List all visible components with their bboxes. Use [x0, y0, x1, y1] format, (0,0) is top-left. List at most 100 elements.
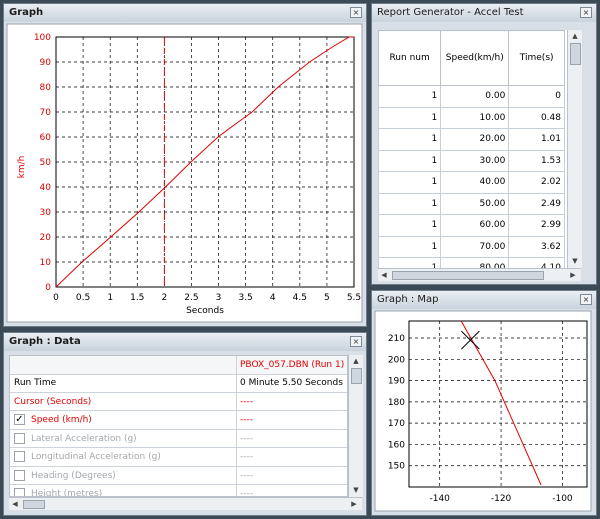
- y-tick-label: 40: [40, 183, 52, 193]
- table-cell: 1: [378, 214, 442, 237]
- report-close-button[interactable]: ×: [580, 7, 592, 18]
- y-tick-label: 0: [45, 283, 51, 293]
- table-cell: 40.00: [440, 171, 510, 194]
- data-grid-row[interactable]: Longitudinal Acceleration (g) ----: [10, 448, 347, 467]
- scroll-up-arrow-icon[interactable]: ▲: [351, 356, 361, 366]
- data-grid-header: PBOX_057.DBN (Run 1): [10, 356, 347, 375]
- table-cell: 50.00: [440, 192, 510, 215]
- data-close-button[interactable]: ×: [350, 336, 362, 347]
- speed-chart-background: [6, 23, 363, 323]
- table-cell: 2.99: [508, 214, 565, 237]
- map-x-tick-label: -140: [429, 494, 450, 504]
- report-vertical-scrollbar[interactable]: ▲ ▼: [567, 30, 582, 268]
- data-grid-row[interactable]: Cursor (Seconds) ----: [10, 392, 347, 411]
- scroll-right-arrow-icon[interactable]: ▶: [349, 499, 359, 509]
- graph-window: Graph × 0 0.5 1 1.5 2 2.5 3 3.5 4 4.5 5 5.5 0 10 20 30 4…: [3, 3, 367, 327]
- table-row[interactable]: 1 10.00 0.48: [378, 106, 565, 129]
- scroll-left-arrow-icon[interactable]: ◀: [10, 499, 20, 509]
- table-cell: 1: [378, 171, 442, 194]
- table-cell: 2.49: [508, 192, 565, 215]
- checkbox-icon[interactable]: [14, 488, 25, 496]
- map-close-button[interactable]: ×: [580, 294, 592, 305]
- report-generator-window: Report Generator - Accel Test × Run num S…: [371, 3, 597, 285]
- channel-value: ----: [240, 489, 253, 497]
- x-tick-label: 1: [107, 293, 113, 303]
- table-row[interactable]: 1 60.00 2.99: [378, 214, 565, 237]
- data-horizontal-scrollbar[interactable]: ◀ ▶: [9, 497, 362, 510]
- data-grid-row[interactable]: Run Time 0 Minute 5.50 Seconds: [10, 374, 347, 393]
- report-horizontal-scrollbar[interactable]: ◀ ▶: [378, 268, 581, 281]
- data-grid: PBOX_057.DBN (Run 1) Run Time 0 Minute 5.…: [9, 355, 348, 497]
- file-header-label: PBOX_057.DBN (Run 1): [240, 360, 345, 370]
- data-window: Graph : Data × PBOX_057.DBN (Run 1) Run …: [3, 332, 367, 516]
- data-grid-row[interactable]: Lateral Acceleration (g) ----: [10, 429, 347, 448]
- channel-name: Heading (Degrees): [31, 470, 116, 481]
- y-tick-label: 30: [40, 208, 52, 218]
- speed-chart[interactable]: 0 0.5 1 1.5 2 2.5 3 3.5 4 4.5 5 5.5 0 10 20 30 40 50 60 70 8…: [4, 22, 366, 326]
- column-header[interactable]: Speed(km/h): [440, 30, 510, 86]
- map-y-tick-label: 150: [388, 462, 405, 472]
- channel-value: ----: [240, 415, 253, 425]
- table-cell: 4.10: [508, 257, 565, 268]
- table-cell: 1: [378, 235, 442, 258]
- channel-name: Height (metres): [31, 489, 103, 497]
- table-row[interactable]: 1 0.00 0: [378, 85, 565, 108]
- x-tick-label: 3: [216, 293, 222, 303]
- report-table-viewport: Run num Speed(km/h) Time(s) 1 0.00 0 1 10.00 0.…: [378, 30, 567, 268]
- scroll-down-arrow-icon[interactable]: ▼: [570, 256, 580, 266]
- data-hscroll-thumb[interactable]: [23, 500, 45, 509]
- table-cell: 1.01: [508, 128, 565, 151]
- column-header[interactable]: Run num: [378, 30, 442, 86]
- map-chart[interactable]: -140 -120 -100 150 160 170 180 190 200 210: [372, 309, 596, 515]
- channel-name: Speed (km/h): [31, 415, 92, 425]
- table-cell: 0.00: [440, 85, 510, 108]
- scroll-down-arrow-icon[interactable]: ▼: [351, 485, 361, 495]
- report-window-title: Report Generator - Accel Test: [372, 4, 596, 22]
- checkbox-icon[interactable]: [14, 432, 25, 444]
- graph-window-title: Graph: [4, 4, 366, 22]
- checkbox-icon[interactable]: [14, 451, 25, 462]
- data-scroll-thumb[interactable]: [351, 368, 362, 384]
- checkbox-icon[interactable]: [14, 469, 25, 481]
- scroll-left-arrow-icon[interactable]: ◀: [379, 270, 389, 280]
- column-header[interactable]: Time(s): [508, 30, 565, 86]
- table-cell: 1: [378, 85, 442, 108]
- table-cell: 1: [378, 149, 442, 172]
- table-row[interactable]: 1 20.00 1.01: [378, 128, 565, 151]
- table-row[interactable]: 1 50.00 2.49: [378, 192, 565, 215]
- map-y-tick-label: 210: [388, 334, 405, 344]
- map-window: Graph : Map × -140 -120 -100 150 160 170 180 19…: [371, 290, 597, 516]
- y-tick-label: 50: [40, 158, 52, 168]
- table-row[interactable]: 1 70.00 3.62: [378, 235, 565, 258]
- scroll-right-arrow-icon[interactable]: ▶: [568, 270, 578, 280]
- y-tick-label: 70: [40, 108, 52, 118]
- x-tick-label: 4: [270, 293, 276, 303]
- report-scroll-thumb[interactable]: [570, 43, 581, 65]
- data-grid-row[interactable]: Heading (Degrees) ----: [10, 466, 347, 485]
- channel-value: ----: [240, 452, 253, 462]
- x-tick-label: 1.5: [130, 293, 144, 303]
- table-cell: 1: [378, 257, 442, 268]
- report-hscroll-thumb[interactable]: [392, 271, 544, 280]
- table-row[interactable]: 180.004.10: [378, 257, 565, 268]
- scroll-up-arrow-icon[interactable]: ▲: [570, 31, 580, 41]
- map-y-tick-label: 190: [388, 377, 405, 387]
- checked-checkbox-icon[interactable]: ✓: [14, 414, 25, 425]
- data-vertical-scrollbar[interactable]: ▲ ▼: [348, 355, 363, 497]
- table-cell: 1: [378, 128, 442, 151]
- y-axis-label: km/h: [17, 156, 27, 179]
- table-cell: 3.62: [508, 235, 565, 258]
- graph-close-button[interactable]: ×: [350, 7, 362, 18]
- map-window-title: Graph : Map: [372, 291, 596, 309]
- table-cell: 60.00: [440, 214, 510, 237]
- table-cell: 1.53: [508, 149, 565, 172]
- channel-value: ----: [240, 433, 253, 444]
- table-row[interactable]: 1 30.00 1.53: [378, 149, 565, 172]
- x-tick-label: 5.5: [347, 293, 361, 303]
- x-tick-label: 0.5: [76, 293, 90, 303]
- data-grid-row[interactable]: ✓ Speed (km/h) ----: [10, 411, 347, 430]
- y-tick-label: 80: [40, 83, 52, 93]
- data-grid-row[interactable]: Height (metres) ----: [10, 485, 347, 497]
- table-cell: 1: [378, 192, 442, 215]
- table-row[interactable]: 1 40.00 2.02: [378, 171, 565, 194]
